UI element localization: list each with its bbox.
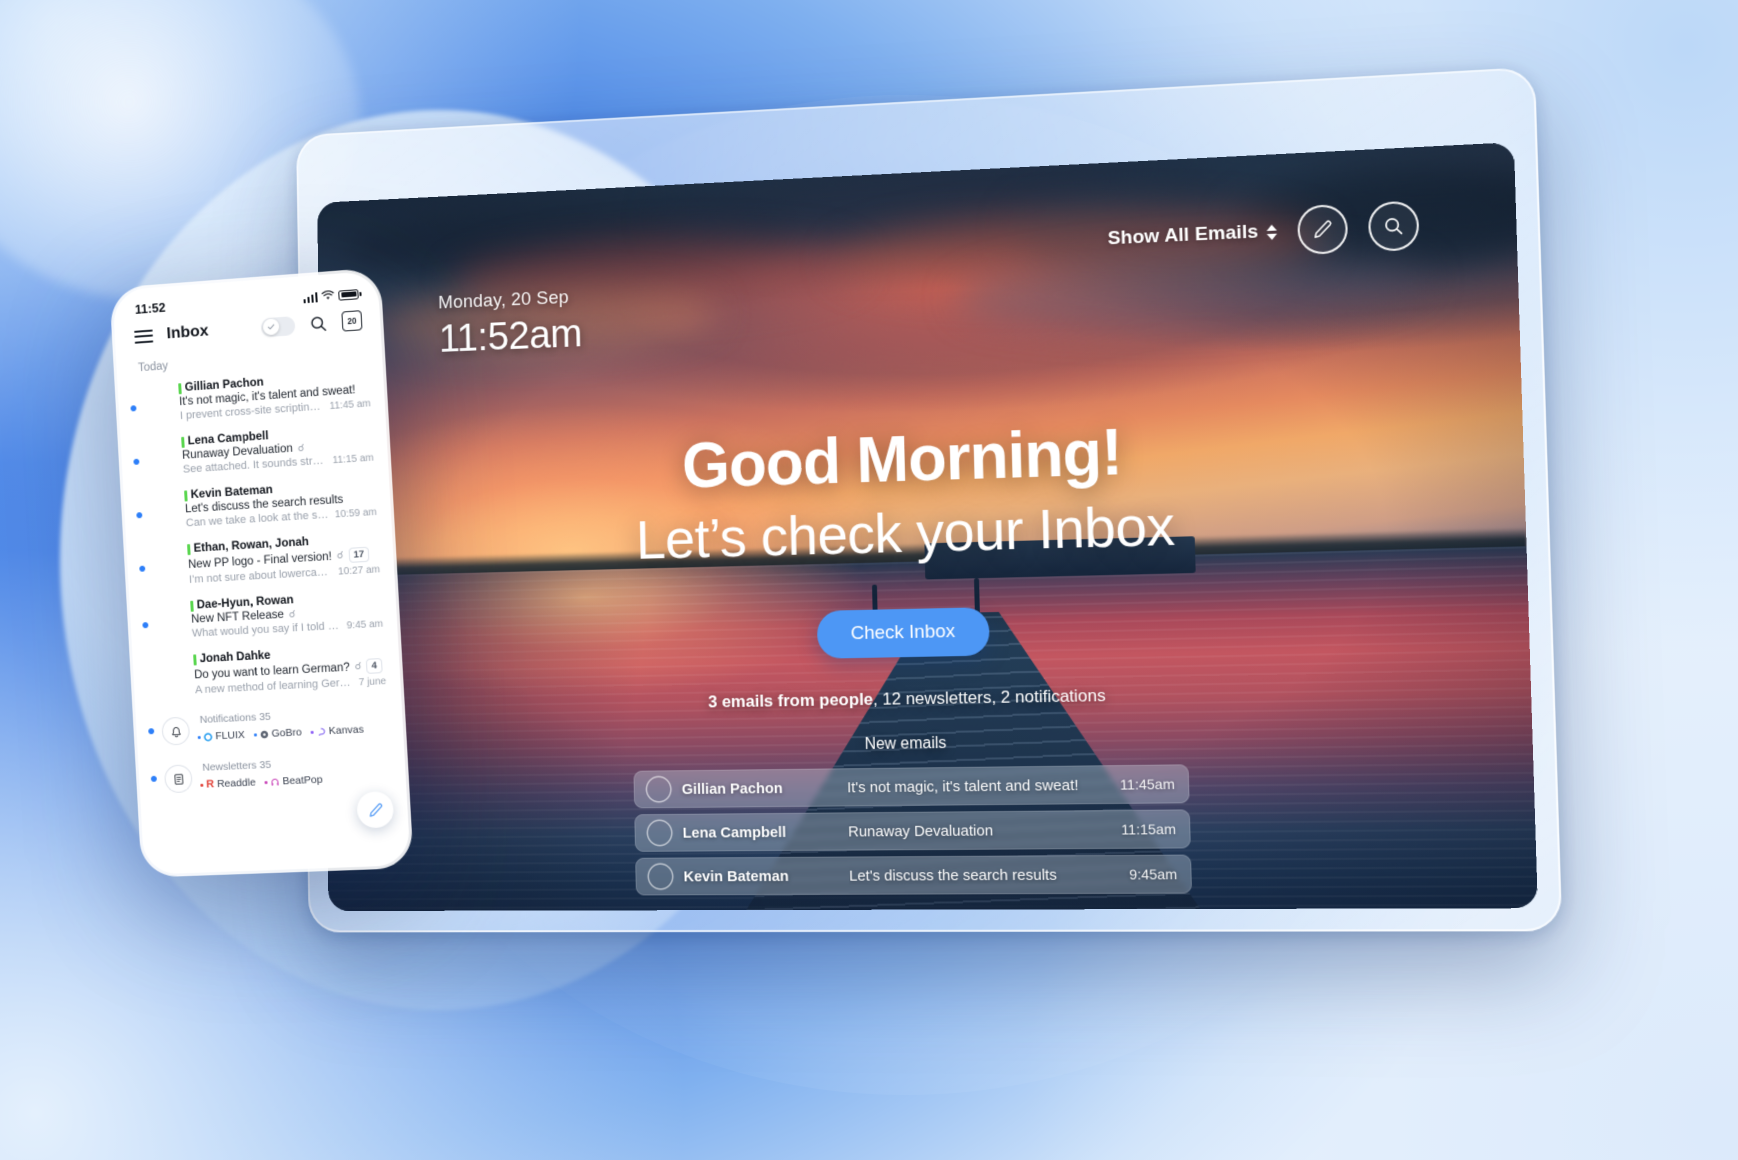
gobro-icon [260, 730, 268, 738]
group-title: Notifications 35 [199, 710, 272, 727]
calendar-icon[interactable]: 20 [341, 310, 363, 332]
attachment-icon: ☌ [297, 442, 305, 454]
phone-screen: 11:52 Inbox 20 Today Gillian Pachon It's… [112, 270, 411, 875]
attachment-icon: ☌ [354, 661, 362, 673]
wifi-icon [321, 289, 335, 300]
table-row[interactable]: Lena Campbell Runaway Devaluation 11:15a… [634, 809, 1191, 852]
email-sender: Lena Campbell [682, 823, 787, 842]
show-all-emails-label: Show All Emails [1107, 221, 1259, 250]
avatar [143, 393, 172, 423]
source-fluix: FLUIX [197, 729, 245, 743]
count-people: 3 emails from people [707, 689, 874, 712]
mail-time: 11:15 am [332, 452, 375, 467]
thread-count-badge: 17 [348, 546, 370, 563]
count-rest: , 12 newsletters, 2 notifications [872, 685, 1106, 709]
tablet-hero: Good Morning! Let’s check your Inbox Che… [321, 401, 1537, 897]
table-row[interactable]: Kevin Bateman Let's discuss the search r… [635, 854, 1193, 896]
unread-indicator [139, 565, 146, 572]
group-sources: FLUIX GoBro Kanvas [197, 723, 364, 743]
unread-indicator [150, 775, 157, 782]
avatar [149, 500, 178, 529]
avatar [155, 610, 184, 639]
status-time: 11:52 [134, 300, 166, 317]
hamburger-menu-icon[interactable] [134, 329, 154, 344]
check-inbox-button[interactable]: Check Inbox [816, 607, 990, 659]
mail-time: 11:45 am [329, 398, 371, 413]
source-gobro: GoBro [253, 726, 302, 740]
email-subject: Let's discuss the search results [848, 866, 1057, 885]
unread-indicator [133, 458, 140, 465]
compose-pencil-icon [366, 801, 384, 819]
source-readdle: R Readdle [200, 777, 256, 791]
source-beatpop: BeatPop [264, 774, 323, 788]
attachment-icon: ☌ [336, 550, 344, 562]
tablet-device: Monday, 20 Sep 11:52am Show All Emails G… [296, 66, 1563, 933]
check-toggle-knob [262, 318, 279, 336]
unread-indicator [148, 728, 155, 735]
tablet-email-list: Gillian Pachon It's not magic, it's tale… [633, 764, 1193, 896]
thread-count-badge: 4 [366, 658, 383, 674]
unread-toggle[interactable] [260, 315, 296, 338]
unread-indicator [130, 405, 137, 412]
email-subject: It's not magic, it's talent and sweat! [846, 776, 1079, 796]
new-emails-label: New emails [864, 734, 947, 754]
show-all-emails-filter[interactable]: Show All Emails [1107, 220, 1278, 250]
mail-time: 10:27 am [337, 564, 381, 578]
email-time: 11:15am [1120, 820, 1177, 838]
bell-icon [161, 716, 191, 746]
signal-bars-icon [303, 291, 318, 303]
table-row[interactable]: Gillian Pachon It's not magic, it's tale… [633, 764, 1190, 809]
email-sender: Kevin Bateman [683, 867, 789, 885]
check-icon [267, 323, 274, 330]
unread-indicator [136, 512, 143, 519]
compose-fab-button[interactable] [356, 790, 395, 829]
avatar [648, 821, 672, 845]
avatar [647, 777, 671, 801]
phone-device: 11:52 Inbox 20 Today Gillian Pachon It's… [112, 270, 411, 875]
compose-button[interactable] [1296, 203, 1349, 256]
beatpop-icon [271, 777, 279, 785]
mail-time: 7 june [358, 675, 387, 689]
greeting-headline: Good Morning! [681, 415, 1123, 502]
avatar [649, 865, 673, 889]
tablet-screen: Monday, 20 Sep 11:52am Show All Emails G… [317, 142, 1538, 912]
attachment-icon: ☌ [288, 608, 296, 621]
search-icon [1382, 214, 1406, 238]
mail-time: 10:59 am [334, 506, 378, 521]
calendar-day: 20 [347, 316, 357, 326]
source-kanvas: Kanvas [310, 723, 364, 737]
email-time: 9:45am [1129, 865, 1178, 883]
newsletter-icon [163, 764, 193, 794]
greeting-subline: Let’s check your Inbox [635, 493, 1176, 571]
tablet-toolbar: Show All Emails [1107, 200, 1420, 263]
group-title: Newsletters 35 [202, 758, 272, 774]
inbox-counts: 3 emails from people, 12 newsletters, 2 … [708, 686, 1106, 713]
battery-icon [338, 288, 359, 301]
email-subject: Runaway Devaluation [847, 821, 994, 840]
tablet-time: 11:52am [438, 310, 583, 361]
unread-indicator [145, 676, 151, 682]
group-sources: R Readdle BeatPop [200, 774, 323, 791]
search-button[interactable] [1367, 200, 1420, 252]
avatar [146, 446, 175, 476]
fluix-icon [203, 732, 212, 741]
email-time: 11:45am [1119, 775, 1175, 793]
avatar [158, 664, 187, 693]
mail-time: 9:45 am [346, 618, 384, 632]
readdle-icon: R [205, 778, 215, 791]
email-sender: Gillian Pachon [681, 779, 783, 798]
avatar [152, 554, 181, 583]
search-icon[interactable] [308, 313, 328, 333]
page-title: Inbox [166, 322, 209, 343]
chevron-updown-icon [1266, 223, 1278, 240]
pencil-icon [1311, 218, 1335, 241]
unread-indicator [142, 622, 149, 629]
tablet-datetime: Monday, 20 Sep 11:52am [438, 287, 582, 362]
kanvas-icon [316, 727, 325, 736]
